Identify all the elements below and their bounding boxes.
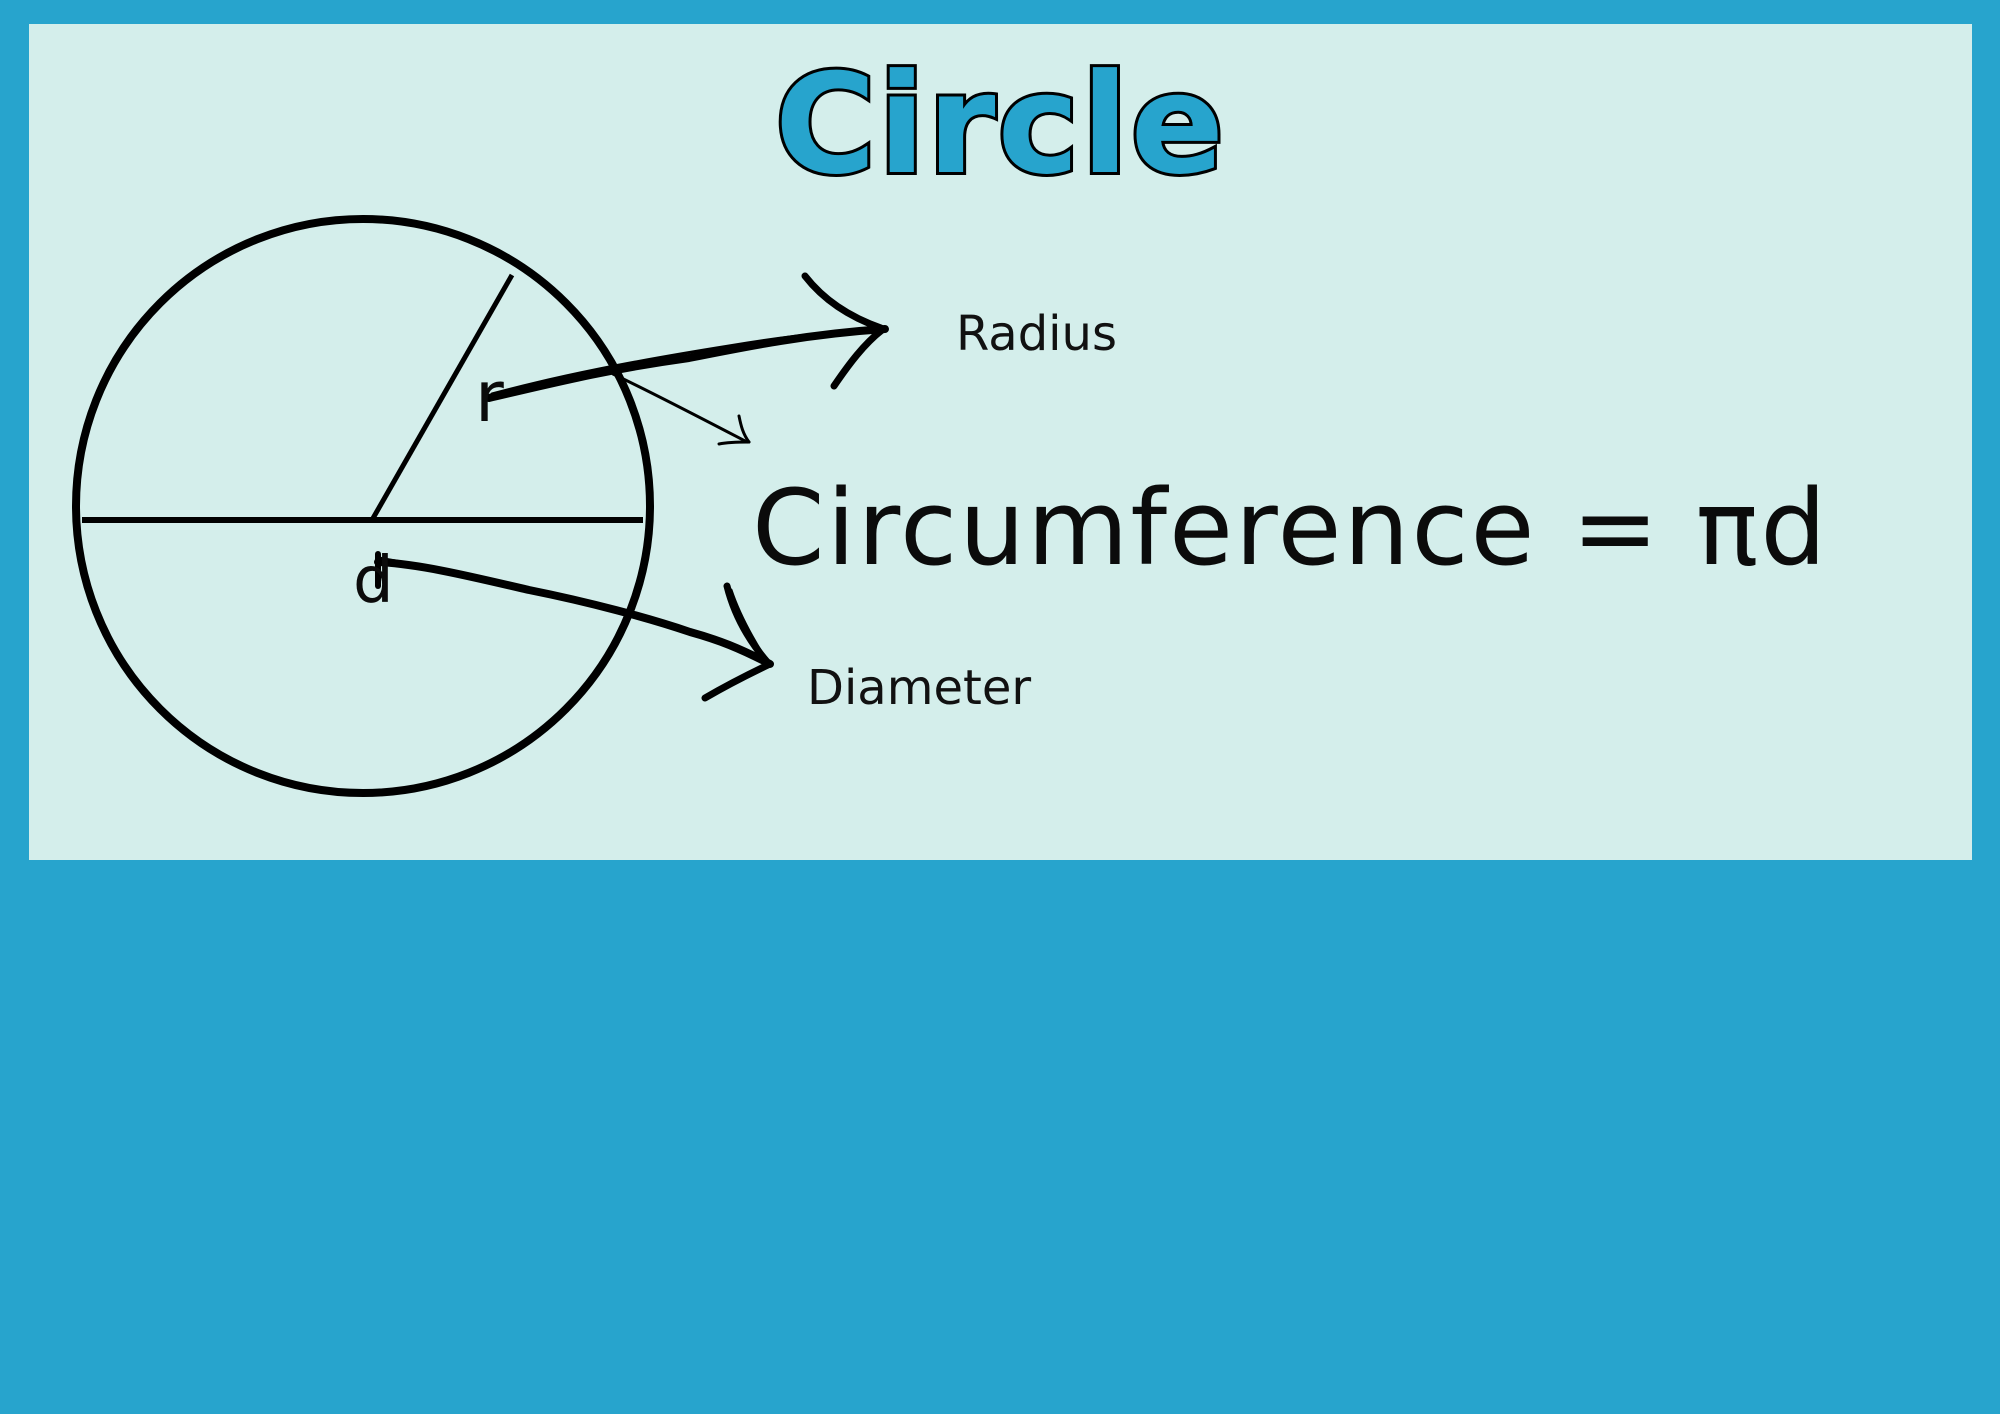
radius-variable: r	[475, 356, 504, 438]
diagram-panel: Circle Radius Diameter Circumference = π…	[29, 24, 1972, 860]
diameter-arrow	[374, 551, 774, 702]
circle-diagram	[72, 215, 889, 797]
circle-shape	[72, 215, 654, 797]
radius-label: Radius	[956, 306, 1117, 362]
diameter-variable: d	[353, 544, 394, 618]
radius-arrow	[485, 272, 889, 402]
circumference-formula: Circumference = πd	[752, 467, 1829, 589]
diameter-label: Diameter	[807, 660, 1032, 716]
